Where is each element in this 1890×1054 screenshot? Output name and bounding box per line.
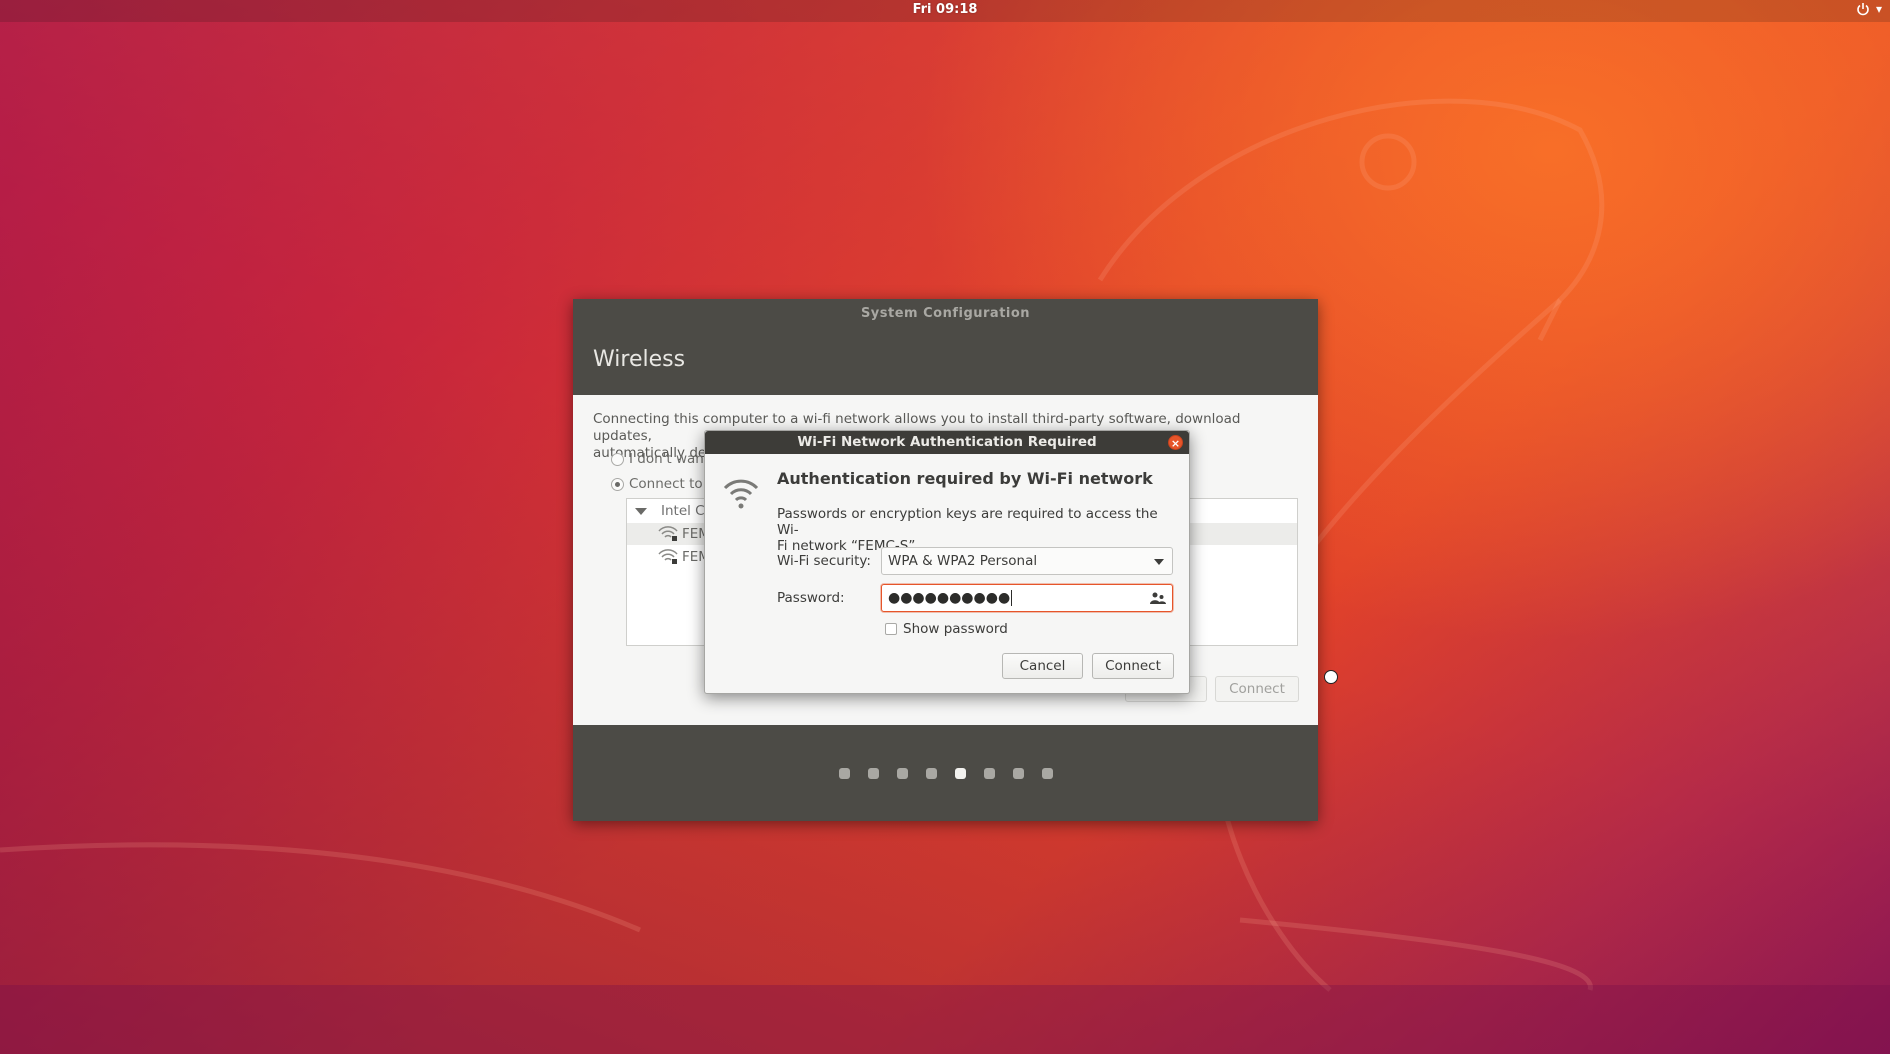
security-value: WPA & WPA2 Personal [888,553,1038,569]
show-password-toggle[interactable]: Show password [885,621,1008,637]
show-password-checkbox[interactable] [885,623,897,635]
dialog-titlebar: Wi-Fi Network Authentication Required × [705,431,1189,454]
description-line-1: Passwords or encryption keys are require… [777,506,1158,538]
progress-dot [838,768,850,779]
radio-label: I don't want [629,451,710,467]
password-value: ●●●●●●●●●● [888,590,1011,606]
window-footer [573,725,1318,821]
show-password-label: Show password [903,621,1008,637]
progress-dot [867,768,879,779]
password-storage-icon[interactable] [1150,591,1166,605]
connect-button[interactable]: Connect [1215,676,1299,702]
text-caret [1011,590,1013,606]
adapter-label: Intel C [661,503,705,519]
adapter-row[interactable]: Intel C [635,503,705,519]
wifi-lock-icon [658,526,678,541]
top-bar: Fri 09:18 ▾ [0,0,1890,22]
progress-dot [954,768,966,779]
mouse-cursor [1324,670,1338,684]
power-icon [1857,3,1869,16]
clock[interactable]: Fri 09:18 [913,2,978,17]
wifi-auth-dialog: Wi-Fi Network Authentication Required × … [704,430,1190,694]
radio-button[interactable] [611,477,624,491]
chevron-down-icon: ▾ [1875,2,1882,16]
dialog-title: Wi-Fi Network Authentication Required [797,434,1097,450]
security-label: Wi-Fi security: [777,553,871,569]
radio-connect-network[interactable]: Connect to t [611,476,712,492]
wifi-icon [723,479,759,509]
dropdown-arrow-icon [1154,559,1164,565]
system-menu[interactable]: ▾ [1856,2,1882,16]
dialog-connect-button[interactable]: Connect [1092,653,1174,679]
radio-dont-connect[interactable]: I don't want [611,451,709,467]
window-title: System Configuration [860,306,1031,321]
progress-dot [925,768,937,779]
password-input[interactable]: ●●●●●●●●●● [881,584,1173,612]
wifi-lock-icon [658,549,678,564]
dialog-heading: Authentication required by Wi-Fi network [777,469,1153,488]
progress-dot [1041,768,1053,779]
radio-button[interactable] [611,452,624,466]
progress-dots [573,768,1318,779]
security-select[interactable]: WPA & WPA2 Personal [881,547,1173,575]
page-title: Wireless [593,347,686,372]
progress-dot [1012,768,1024,779]
radio-label: Connect to t [629,476,713,492]
cancel-button[interactable]: Cancel [1002,653,1083,679]
close-button[interactable]: × [1168,435,1183,450]
password-label: Password: [777,590,845,606]
window-titlebar: System Configuration Wireless [573,299,1318,395]
progress-dot [983,768,995,779]
progress-dot [896,768,908,779]
expander-icon[interactable] [635,507,647,515]
